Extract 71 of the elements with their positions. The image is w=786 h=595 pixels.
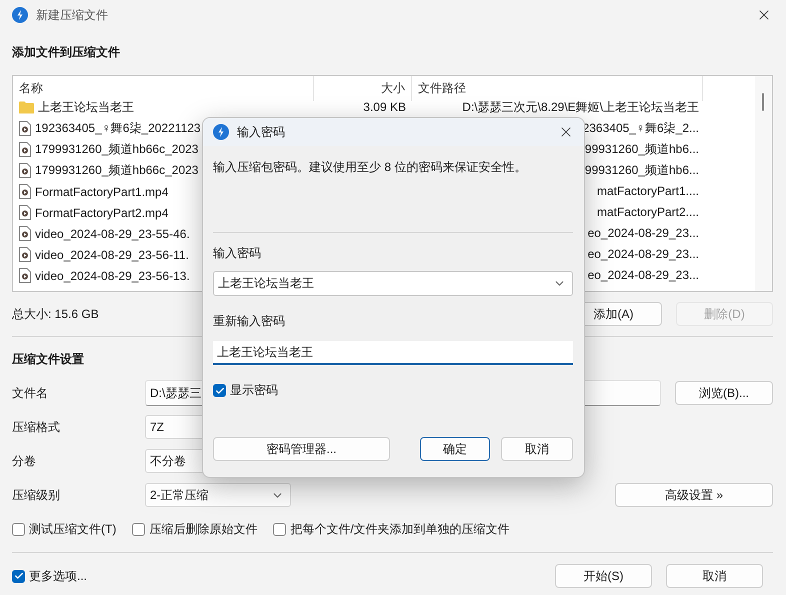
field-label: 文件名: [12, 384, 49, 402]
folder-icon: [19, 101, 34, 114]
file-path: 99931260_频道hb6...: [584, 142, 699, 156]
file-path: eo_2024-08-29_23...: [588, 268, 699, 282]
checkbox-label: 显示密码: [230, 382, 278, 399]
file-path: matFactoryPart1....: [596, 184, 699, 198]
field-label: 分卷: [12, 452, 37, 470]
file-path: eo_2024-08-29_23...: [588, 226, 699, 240]
file-list-item[interactable]: FormatFactoryPart1.mp4: [13, 181, 314, 202]
checkbox-label: 压缩后删除原始文件: [149, 521, 258, 538]
video-file-icon: [19, 184, 31, 199]
video-file-icon: [19, 142, 31, 157]
column-header[interactable]: 名称: [13, 76, 314, 101]
checkbox-label: 把每个文件/文件夹添加到单独的压缩文件: [290, 521, 510, 538]
video-file-icon: [19, 247, 31, 262]
field-label: 压缩级别: [12, 486, 61, 504]
field-label: 压缩格式: [12, 418, 61, 436]
file-size: 3.09 KB: [362, 99, 407, 116]
file-name: video_2024-08-29_23-55-46.: [35, 226, 190, 240]
video-file-icon: [19, 163, 31, 178]
video-file-icon: [19, 268, 31, 283]
file-path: matFactoryPart2....: [596, 205, 699, 219]
dialog-button[interactable]: 取消: [501, 437, 573, 461]
video-file-icon: [19, 226, 31, 241]
checkbox[interactable]: [273, 523, 286, 536]
column-header[interactable]: 文件路径: [412, 76, 703, 101]
file-path: 2363405_♀舞6柒_2...: [582, 121, 699, 135]
video-file-icon: [19, 205, 31, 220]
dialog-button[interactable]: 确定: [420, 437, 490, 461]
password-combo[interactable]: 上老王论坛当老王: [213, 271, 573, 296]
app-logo-icon: [213, 124, 229, 140]
browse-button[interactable]: 浏览(B)...: [675, 381, 773, 405]
section-title: 压缩文件设置: [12, 351, 84, 368]
file-path: D:\瑟瑟三次元\8.29\E舞姬\上老王论坛当老王: [462, 100, 699, 114]
scrollbar[interactable]: [755, 76, 772, 291]
checkbox-label: 更多选项...: [29, 568, 88, 584]
total-size: 总大小: 15.6 GB: [12, 306, 99, 322]
dialog-message: 输入压缩包密码。建议使用至少 8 位的密码来保证安全性。: [213, 159, 528, 176]
file-name: video_2024-08-29_23-56-13.: [35, 268, 190, 282]
checkbox-label: 测试压缩文件(T): [29, 521, 116, 538]
file-name: 1799931260_频道hb66c_2023: [35, 141, 198, 158]
file-name: FormatFactoryPart1.mp4: [35, 184, 168, 198]
file-list-item[interactable]: FormatFactoryPart2.mp4: [13, 202, 314, 223]
file-name: 1799931260_频道hb66c_2023: [35, 162, 198, 179]
file-list-item[interactable]: video_2024-08-29_23-55-46.: [13, 223, 314, 244]
file-list-item[interactable]: 1799931260_频道hb66c_2023: [13, 139, 314, 160]
scrollbar-thumb[interactable]: [762, 93, 764, 111]
video-file-icon: [19, 121, 31, 136]
dialog-button[interactable]: 开始(S): [555, 564, 652, 588]
file-name: video_2024-08-29_23-56-11.: [35, 248, 189, 262]
checkbox[interactable]: [213, 384, 226, 397]
file-name: 上老王论坛当老王: [38, 99, 134, 116]
app-logo-icon: [12, 7, 28, 23]
checkbox[interactable]: [12, 523, 25, 536]
dialog-button[interactable]: 密码管理器...: [213, 437, 390, 461]
file-name: 192363405_♀舞6柒_20221123: [35, 120, 201, 137]
file-name: FormatFactoryPart2.mp4: [35, 206, 168, 220]
dialog-button[interactable]: 取消: [666, 564, 763, 588]
file-path: 99931260_频道hb6...: [584, 163, 699, 177]
window-title: 新建压缩文件: [36, 6, 109, 24]
column-header[interactable]: 大小: [314, 76, 412, 101]
advanced-settings-button[interactable]: 高级设置 »: [615, 483, 773, 507]
field-label: 输入密码: [213, 245, 262, 262]
section-title: 添加文件到压缩文件: [12, 44, 120, 61]
field-label: 重新输入密码: [213, 313, 286, 330]
dialog-title: 输入密码: [237, 124, 286, 140]
file-path: eo_2024-08-29_23...: [588, 247, 699, 261]
checkbox[interactable]: [12, 570, 25, 582]
confirm-password-field[interactable]: 上老王论坛当老王: [213, 341, 573, 365]
dropdown[interactable]: 2-正常压缩: [145, 483, 291, 507]
checkbox[interactable]: [132, 523, 146, 536]
